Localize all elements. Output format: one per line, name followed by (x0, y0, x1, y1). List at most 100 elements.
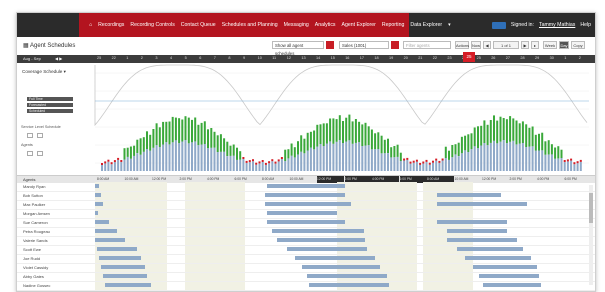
schedule-bar[interactable] (95, 229, 117, 233)
agent-name[interactable]: Scott Ewe (23, 247, 41, 252)
schedule-bar[interactable] (95, 238, 125, 242)
nav-contact-queue[interactable]: Contact Queue (181, 22, 216, 28)
timeline-date-tick[interactable]: 6 (199, 56, 201, 60)
timeline-date-tick[interactable]: 22 (433, 56, 437, 60)
timeline-date-tick[interactable]: 10 (258, 56, 262, 60)
timeline-date-tick[interactable]: 2 (141, 56, 143, 60)
timeline-date-tick[interactable]: 1 (564, 56, 566, 60)
legend-full-time[interactable]: Full Time (27, 97, 73, 101)
agent-name[interactable]: Joe Rudd (23, 256, 40, 261)
timeline-date-tick[interactable]: 25 (477, 56, 481, 60)
timeline-date-tick[interactable]: 30 (550, 56, 554, 60)
help-link[interactable]: Help (580, 22, 591, 28)
nav-recording-controls[interactable]: Recording Controls (130, 22, 174, 28)
timeline-date-tick[interactable]: 15 (331, 56, 335, 60)
timeline-date-tick[interactable]: 28 (520, 56, 524, 60)
timeline-date-tick[interactable]: 7 (214, 56, 216, 60)
agent-name[interactable]: Morgan Amsen (23, 211, 50, 216)
agent-group-icon[interactable] (37, 151, 43, 156)
schedule-bar[interactable] (479, 274, 539, 278)
schedule-filter-select[interactable]: Show all agent schedules (272, 41, 324, 56)
schedule-bar[interactable] (95, 202, 103, 206)
timeline-date-tick[interactable]: 18 (374, 56, 378, 60)
week-view-button[interactable]: Week (543, 41, 557, 49)
nav-messaging[interactable]: Messaging (284, 22, 309, 28)
vertical-scrollbar[interactable] (589, 185, 593, 285)
scrollbar-thumb[interactable] (589, 193, 593, 223)
legend-forecasted[interactable]: Forecasted (27, 103, 73, 107)
schedule-bar[interactable] (287, 247, 367, 251)
copy-button[interactable]: Copy (571, 41, 585, 49)
agent-name[interactable]: Mandy Ryan (23, 184, 45, 189)
schedule-bar[interactable] (95, 184, 99, 188)
schedule-bar[interactable] (437, 202, 527, 206)
schedule-bar[interactable] (272, 229, 364, 233)
timeline-date-tick[interactable]: 8 (228, 56, 230, 60)
schedule-bar[interactable] (465, 256, 531, 260)
chart-type-icon[interactable] (27, 133, 33, 138)
timeline-date-tick[interactable]: 5 (185, 56, 187, 60)
timeline-date-tick[interactable]: 29 (535, 56, 539, 60)
schedule-bar[interactable] (265, 193, 345, 197)
now-button[interactable]: Now (471, 41, 481, 49)
user-menu-button[interactable] (491, 21, 506, 29)
agent-name[interactable]: Max Paulker (23, 202, 45, 207)
agent-name[interactable]: Sue Cameron (23, 220, 48, 225)
timeline-date-tick[interactable]: 14 (316, 56, 320, 60)
timeline-date-tick[interactable]: 1 (126, 56, 128, 60)
schedule-bar[interactable] (95, 211, 98, 215)
schedule-bar[interactable] (97, 247, 137, 251)
schedule-bar[interactable] (105, 283, 151, 287)
timeline-date-tick[interactable]: 22 (112, 56, 116, 60)
schedule-bar[interactable] (307, 274, 387, 278)
schedule-bar[interactable] (277, 238, 365, 242)
day-view-button[interactable]: Day (559, 41, 569, 49)
schedule-bar[interactable] (457, 247, 523, 251)
chart-type-icon[interactable] (37, 133, 43, 138)
agent-name[interactable]: Nadine Gossec (23, 283, 50, 288)
prev-button[interactable]: ◀ (483, 41, 491, 49)
agent-name[interactable]: Valerie Sands (23, 238, 48, 243)
legend-scheduled[interactable]: Scheduled (27, 109, 73, 113)
schedule-bar[interactable] (99, 256, 141, 260)
nav-schedules[interactable]: Schedules and Planning (222, 22, 278, 28)
agent-filter-input[interactable]: Filter agents (403, 41, 451, 49)
schedule-bar[interactable] (302, 265, 380, 269)
last-button[interactable]: ▸ (531, 41, 539, 49)
timeline-date-tick[interactable]: 27 (506, 56, 510, 60)
agent-name[interactable]: Bob Sutton (23, 193, 43, 198)
coverage-label[interactable]: Coverage Schedule ▾ (22, 69, 66, 75)
timeline-date-tick[interactable]: 2 (579, 56, 581, 60)
next-button[interactable]: ▶ (521, 41, 529, 49)
timeline-date-tick[interactable]: 23 (447, 56, 451, 60)
timeline-date-tick[interactable]: 19 (389, 56, 393, 60)
timeline-date-tick[interactable]: 4 (170, 56, 172, 60)
schedule-bar[interactable] (267, 220, 345, 224)
agent-name[interactable]: Violet Cassidy (23, 265, 48, 270)
schedule-bar[interactable] (295, 256, 375, 260)
nav-recordings[interactable]: Recordings (98, 22, 124, 28)
selected-date-marker[interactable]: 25 (463, 52, 475, 62)
timeline-date-tick[interactable]: 3 (155, 56, 157, 60)
agent-group-icon[interactable] (27, 151, 33, 156)
timeline-nav-icon[interactable]: ◀ ▶ (55, 56, 62, 61)
timeline-date-tick[interactable]: 20 (404, 56, 408, 60)
user-link[interactable]: Tammy Mathias (539, 22, 575, 28)
schedule-bar[interactable] (95, 193, 101, 197)
timeline-date-tick[interactable]: 11 (272, 56, 276, 60)
actions-button[interactable]: Actions (455, 41, 469, 49)
schedule-bar[interactable] (483, 283, 541, 287)
schedule-bar[interactable] (95, 220, 109, 224)
timeline-date-tick[interactable]: 26 (491, 56, 495, 60)
queue-dropdown-button[interactable] (391, 41, 399, 49)
timeline-date-tick[interactable]: 9 (243, 56, 245, 60)
schedule-bar[interactable] (437, 220, 507, 224)
agent-name[interactable]: Petra Rougeau (23, 229, 50, 234)
nav-agent-explorer[interactable]: Agent Explorer (342, 22, 376, 28)
home-icon[interactable]: ⌂ (89, 22, 92, 28)
timeline-date-tick[interactable]: 16 (345, 56, 349, 60)
timeline-date-tick[interactable]: 25 (97, 56, 101, 60)
nav-analytics[interactable]: Analytics (315, 22, 336, 28)
schedule-bar[interactable] (309, 283, 389, 287)
timeline-date-tick[interactable]: 12 (287, 56, 291, 60)
